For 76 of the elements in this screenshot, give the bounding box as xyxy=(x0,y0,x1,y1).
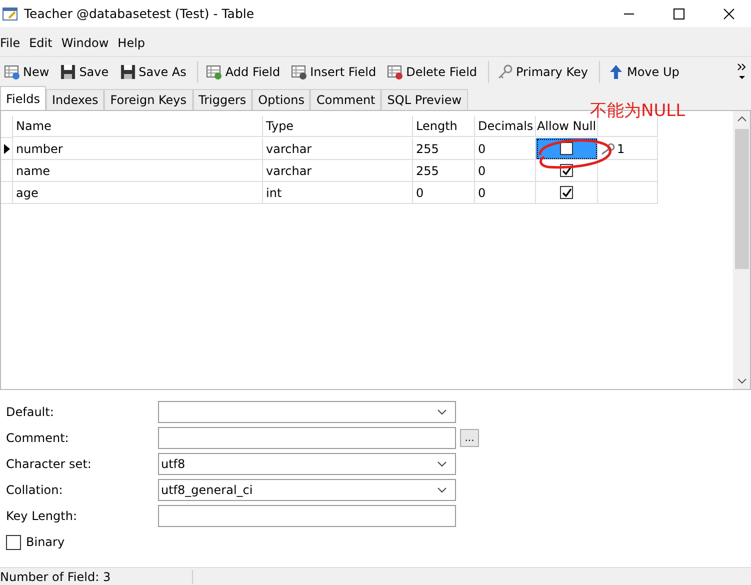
chevron-down-icon xyxy=(437,461,447,467)
dropdown-field[interactable]: utf8_general_ci xyxy=(158,479,456,501)
scroll-down-icon[interactable] xyxy=(736,377,746,385)
table-icon xyxy=(206,64,222,80)
overflow-icon[interactable] xyxy=(737,62,747,82)
table-cell: age xyxy=(13,182,263,204)
row-pointer-icon xyxy=(4,144,10,154)
column-header[interactable]: Decimals xyxy=(475,116,536,137)
field-label: Key Length: xyxy=(5,509,78,523)
field-label: Collation: xyxy=(5,483,64,497)
menu-item[interactable]: File xyxy=(0,36,20,50)
field-label: Default: xyxy=(5,405,55,419)
table-cell: varchar xyxy=(263,138,413,160)
maximize-icon[interactable] xyxy=(673,8,685,20)
table-cell: 0 xyxy=(413,182,475,204)
toolbar-button[interactable]: Delete Field xyxy=(383,64,482,80)
table-cell: varchar xyxy=(263,160,413,182)
scrollbar-thumb[interactable] xyxy=(734,129,748,269)
tab[interactable]: Indexes xyxy=(46,89,104,110)
table-cell: 0 xyxy=(475,182,536,204)
scroll-up-icon[interactable] xyxy=(736,115,746,123)
toolbar-button[interactable]: Primary Key xyxy=(493,64,592,80)
up-arrow-icon xyxy=(608,64,624,80)
tab[interactable]: Fields xyxy=(0,86,46,110)
more-button[interactable]: ... xyxy=(460,429,479,447)
column-header[interactable]: Type xyxy=(263,116,413,137)
header-cell xyxy=(1,116,13,138)
table-cell: 255 xyxy=(413,138,475,160)
menu-item[interactable]: Help xyxy=(118,36,146,50)
checkbox[interactable] xyxy=(560,142,573,155)
table-icon xyxy=(387,64,404,80)
checkbox-label: Binary xyxy=(26,535,65,549)
checkbox[interactable] xyxy=(6,534,21,550)
key-icon xyxy=(497,64,514,80)
input-field[interactable] xyxy=(158,427,456,449)
row-header-cell[interactable] xyxy=(1,160,13,182)
status-text: Number of Field: 3 xyxy=(0,570,193,584)
menu-item[interactable]: Window xyxy=(61,36,109,50)
menu-item[interactable]: Edit xyxy=(29,36,52,50)
window-title: Teacher @databasetest (Test) - Table xyxy=(24,6,254,21)
chevron-down-icon xyxy=(437,487,447,493)
toolbar-button[interactable]: Move Up xyxy=(604,64,684,80)
column-header[interactable]: Length xyxy=(413,116,475,137)
tab[interactable]: Options xyxy=(252,89,310,110)
field-label: Character set: xyxy=(5,457,92,471)
dropdown-field[interactable] xyxy=(158,401,456,423)
key-icon xyxy=(601,142,615,154)
toolbar-button[interactable]: Save As xyxy=(116,64,190,80)
toolbar-button[interactable]: Insert Field xyxy=(287,64,380,80)
input-field[interactable] xyxy=(158,505,456,527)
key-order: 1 xyxy=(617,142,625,156)
tab[interactable]: Foreign Keys xyxy=(104,89,193,110)
chevron-down-icon xyxy=(437,409,447,415)
table-cell: name xyxy=(13,160,263,182)
table-cell: int xyxy=(263,182,413,204)
field-label: Comment: xyxy=(5,431,70,445)
toolbar-button[interactable]: New xyxy=(0,64,54,80)
table-cell: number xyxy=(13,138,263,160)
tab[interactable]: Triggers xyxy=(192,89,252,110)
column-header[interactable]: Name xyxy=(13,116,263,137)
floppy-icon xyxy=(60,64,76,80)
tab[interactable]: SQL Preview xyxy=(381,89,468,110)
table-icon xyxy=(4,64,20,80)
toolbar-button[interactable]: Save xyxy=(56,64,113,80)
column-header[interactable]: Allow Null xyxy=(536,116,598,137)
floppy-icon xyxy=(120,64,136,80)
table-cell: 0 xyxy=(475,160,536,182)
table-icon xyxy=(291,64,308,80)
toolbar-button[interactable]: Add Field xyxy=(202,64,284,80)
table-cell: 255 xyxy=(413,160,475,182)
close-icon[interactable] xyxy=(723,8,735,20)
checkbox[interactable] xyxy=(560,186,573,199)
dropdown-field[interactable]: utf8 xyxy=(158,453,456,475)
row-header-cell[interactable] xyxy=(1,182,13,204)
tab[interactable]: Comment xyxy=(310,89,382,110)
row-header-cell[interactable] xyxy=(1,138,13,160)
